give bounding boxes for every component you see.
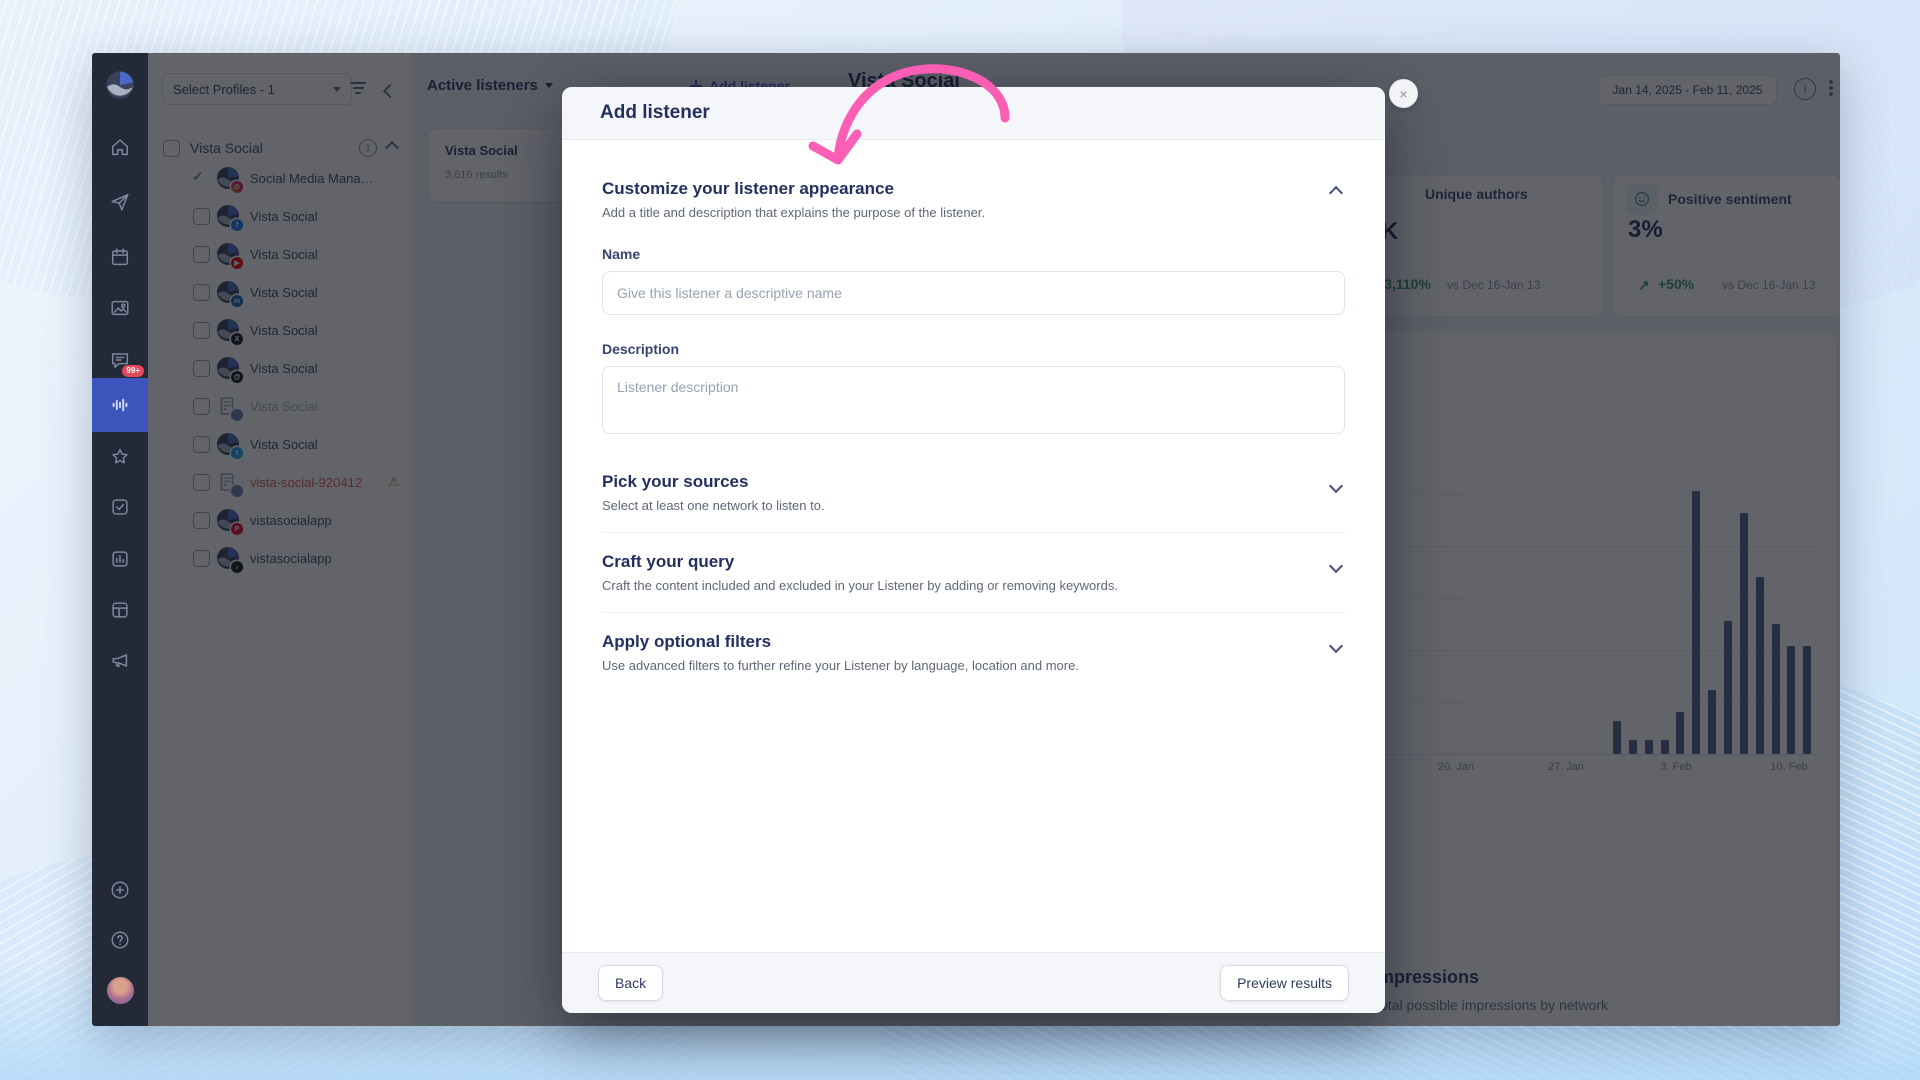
chevron-up-icon[interactable] bbox=[1331, 185, 1341, 203]
modal-title: Add listener bbox=[600, 102, 710, 124]
modal-body: Customize your listener appearance Add a… bbox=[562, 139, 1385, 953]
add-listener-modal: Add listener × Customize your listener a… bbox=[562, 87, 1385, 1013]
chevron-down-icon[interactable] bbox=[1331, 558, 1341, 576]
help-icon[interactable] bbox=[92, 917, 148, 963]
close-icon[interactable]: × bbox=[1389, 79, 1418, 108]
section-description: Craft the content included and excluded … bbox=[602, 578, 1118, 593]
section-craft-query[interactable]: Craft your query Craft the content inclu… bbox=[602, 533, 1345, 613]
media-icon[interactable] bbox=[92, 285, 148, 331]
inbox-badge: 99+ bbox=[122, 365, 144, 377]
tasks-icon[interactable] bbox=[92, 484, 148, 530]
planner-icon[interactable] bbox=[92, 587, 148, 633]
name-field-label: Name bbox=[602, 246, 1345, 262]
section-title: Pick your sources bbox=[602, 472, 825, 492]
modal-footer: Back Preview results bbox=[562, 952, 1385, 1013]
add-plus-icon[interactable] bbox=[92, 867, 148, 913]
section-pick-sources[interactable]: Pick your sources Select at least one ne… bbox=[602, 453, 1345, 533]
modal-header: Add listener bbox=[562, 87, 1385, 140]
reviews-star-icon[interactable] bbox=[92, 434, 148, 480]
section-description: Select at least one network to listen to… bbox=[602, 498, 825, 513]
publish-send-icon[interactable] bbox=[92, 179, 148, 225]
preview-results-button[interactable]: Preview results bbox=[1220, 965, 1349, 1001]
icon-sidebar: 99+ bbox=[92, 53, 148, 1026]
calendar-icon[interactable] bbox=[92, 234, 148, 280]
home-icon[interactable] bbox=[92, 124, 148, 170]
listener-name-input[interactable] bbox=[602, 271, 1345, 315]
avatar bbox=[107, 977, 134, 1004]
chevron-down-icon[interactable] bbox=[1331, 478, 1341, 496]
description-field-label: Description bbox=[602, 341, 1345, 357]
listener-description-textarea[interactable] bbox=[602, 366, 1345, 434]
section-description: Add a title and description that explain… bbox=[602, 205, 985, 220]
section-optional-filters[interactable]: Apply optional filters Use advanced filt… bbox=[602, 613, 1345, 692]
user-avatar[interactable] bbox=[92, 967, 148, 1013]
section-title: Craft your query bbox=[602, 552, 1118, 572]
section-customize-appearance[interactable]: Customize your listener appearance Add a… bbox=[602, 179, 1345, 220]
section-title: Customize your listener appearance bbox=[602, 179, 985, 199]
listening-icon[interactable] bbox=[92, 378, 148, 432]
inbox-icon[interactable]: 99+ bbox=[92, 337, 148, 383]
advocacy-megaphone-icon[interactable] bbox=[92, 637, 148, 683]
reports-icon[interactable] bbox=[92, 536, 148, 582]
vista-social-logo-icon[interactable] bbox=[105, 70, 135, 100]
chevron-down-icon[interactable] bbox=[1331, 638, 1341, 656]
back-button[interactable]: Back bbox=[598, 965, 663, 1001]
section-title: Apply optional filters bbox=[602, 632, 1079, 652]
screen: { "app": { "iconbar": { "items": [ {"nam… bbox=[0, 0, 1920, 1080]
section-description: Use advanced filters to further refine y… bbox=[602, 658, 1079, 673]
